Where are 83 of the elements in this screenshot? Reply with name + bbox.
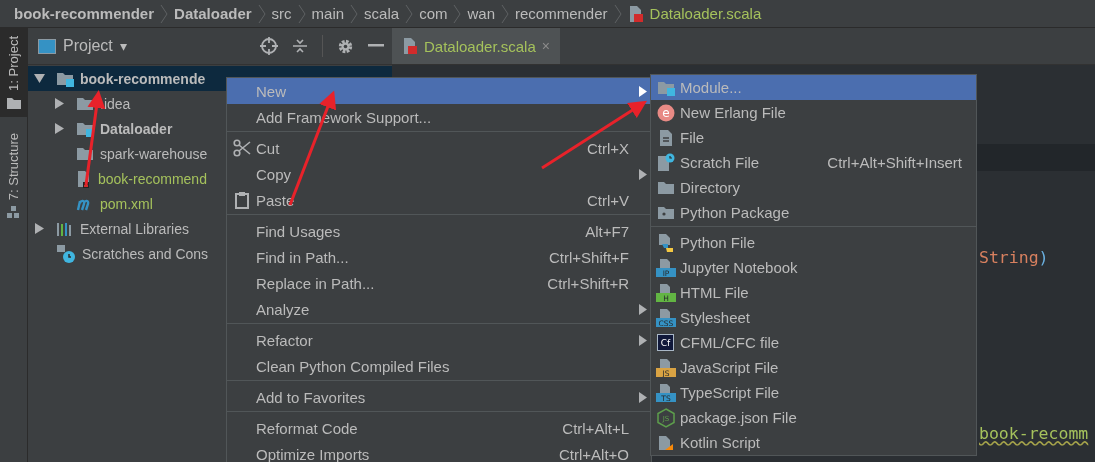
tree-item-label: Scratches and Cons <box>82 245 209 262</box>
collapsed-arrow-icon[interactable] <box>34 223 45 234</box>
menu-item[interactable]: Analyze <box>227 296 651 322</box>
submenu-arrow-icon <box>639 391 647 403</box>
menu-item[interactable]: Find in Path... Ctrl+Shift+F <box>227 244 651 270</box>
erlang-icon: e <box>656 103 675 122</box>
tree-item-label: book-recommende <box>80 70 206 87</box>
scratch-file-icon <box>656 153 675 172</box>
menu-item[interactable]: Python File <box>651 230 976 255</box>
menu-item[interactable]: Find Usages Alt+F7 <box>227 218 651 244</box>
module-folder-icon <box>656 79 675 96</box>
tree-item-label: External Libraries <box>80 220 189 237</box>
module-folder-icon <box>76 120 94 137</box>
menu-item[interactable]: Scratch File Ctrl+Alt+Shift+Insert <box>651 150 976 175</box>
tree-item-label: Dataloader <box>100 120 173 137</box>
breadcrumb-item[interactable]: recommender <box>515 5 608 22</box>
menu-item[interactable]: Replace in Path... Ctrl+Shift+R <box>227 270 651 296</box>
chevron-icon <box>453 3 462 24</box>
library-icon <box>56 220 74 237</box>
menu-item[interactable]: Optimize Imports Ctrl+Alt+O <box>227 441 651 462</box>
tool-window-tab[interactable]: 7: Structure <box>0 124 27 228</box>
chevron-icon <box>160 3 169 24</box>
submenu-arrow-icon <box>639 168 647 180</box>
menu-item[interactable]: File <box>651 125 976 150</box>
scratch-clock-icon <box>56 243 76 264</box>
module-folder-icon <box>56 70 74 87</box>
tool-window-tab[interactable]: 1: Project <box>0 28 27 117</box>
python-file-icon <box>656 233 675 252</box>
scala-file-icon <box>627 4 644 23</box>
menu-item[interactable]: Directory <box>651 175 976 200</box>
expanded-arrow-icon[interactable] <box>34 73 45 84</box>
menu-item[interactable]: Cut Ctrl+X <box>227 135 651 161</box>
menu-item[interactable]: Clean Python Compiled Files <box>227 353 651 379</box>
tree-item-label: book-recommend <box>98 170 207 187</box>
editor-tab[interactable]: Dataloader.scala × <box>392 28 560 64</box>
settings-icon[interactable] <box>337 37 354 55</box>
breadcrumb-item[interactable]: wan <box>467 5 495 22</box>
package-folder-icon <box>656 205 675 220</box>
breadcrumb-item[interactable]: src <box>271 5 292 22</box>
scissors-icon <box>232 139 251 157</box>
folder-icon <box>656 180 675 195</box>
menu-item[interactable]: Add to Favorites <box>227 384 651 410</box>
scala-file-icon <box>402 37 418 55</box>
minimize-icon[interactable] <box>368 44 384 48</box>
kotlin-file-icon <box>656 435 675 450</box>
collapsed-arrow-icon[interactable] <box>54 123 65 134</box>
tree-item-label: pom.xml <box>100 195 153 212</box>
menu-item[interactable]: Copy <box>227 161 651 187</box>
code-line: book-recomm <box>979 424 1090 445</box>
submenu-arrow-icon <box>639 303 647 315</box>
collapsed-arrow-icon[interactable] <box>54 98 65 109</box>
collapse-icon[interactable] <box>292 38 308 54</box>
tree-item-label: spark-warehouse <box>100 145 208 162</box>
file-icon <box>76 169 92 188</box>
breadcrumb-item[interactable]: book-recommender <box>14 5 155 22</box>
structure-icon <box>7 206 20 220</box>
crosshair-icon[interactable] <box>260 37 278 55</box>
chevron-icon <box>257 3 266 24</box>
file-icon <box>657 128 674 147</box>
chevron-icon <box>297 3 306 24</box>
breadcrumb-item[interactable]: com <box>419 5 448 22</box>
breadcrumb-item[interactable]: main <box>311 5 345 22</box>
chevron-icon <box>613 3 622 24</box>
chevron-icon <box>405 3 414 24</box>
breadcrumb-item[interactable]: Dataloader <box>174 5 252 22</box>
menu-item[interactable]: Refactor <box>227 327 651 353</box>
submenu-arrow-icon <box>639 334 647 346</box>
submenu-arrow-icon <box>639 85 647 97</box>
window-icon <box>38 38 56 54</box>
breadcrumb-item[interactable]: Dataloader.scala <box>649 5 762 22</box>
clipboard-icon <box>234 191 249 209</box>
menu-item[interactable]: e New Erlang File <box>651 100 976 125</box>
chevron-icon <box>350 3 359 24</box>
menu-item[interactable]: Cf CFML/CFC file <box>651 330 976 355</box>
breadcrumb-item[interactable]: scala <box>364 5 400 22</box>
menu-item[interactable]: Reformat Code Ctrl+Alt+L <box>227 415 651 441</box>
cfml-icon: Cf <box>657 334 674 351</box>
menu-item[interactable]: Python Package <box>651 200 976 225</box>
project-view-dropdown[interactable]: Project ▾ <box>38 37 127 55</box>
menu-item[interactable]: Kotlin Script <box>651 430 976 455</box>
code-line: String) <box>979 248 1050 269</box>
chevron-icon <box>501 3 509 24</box>
folder-icon <box>6 96 21 109</box>
